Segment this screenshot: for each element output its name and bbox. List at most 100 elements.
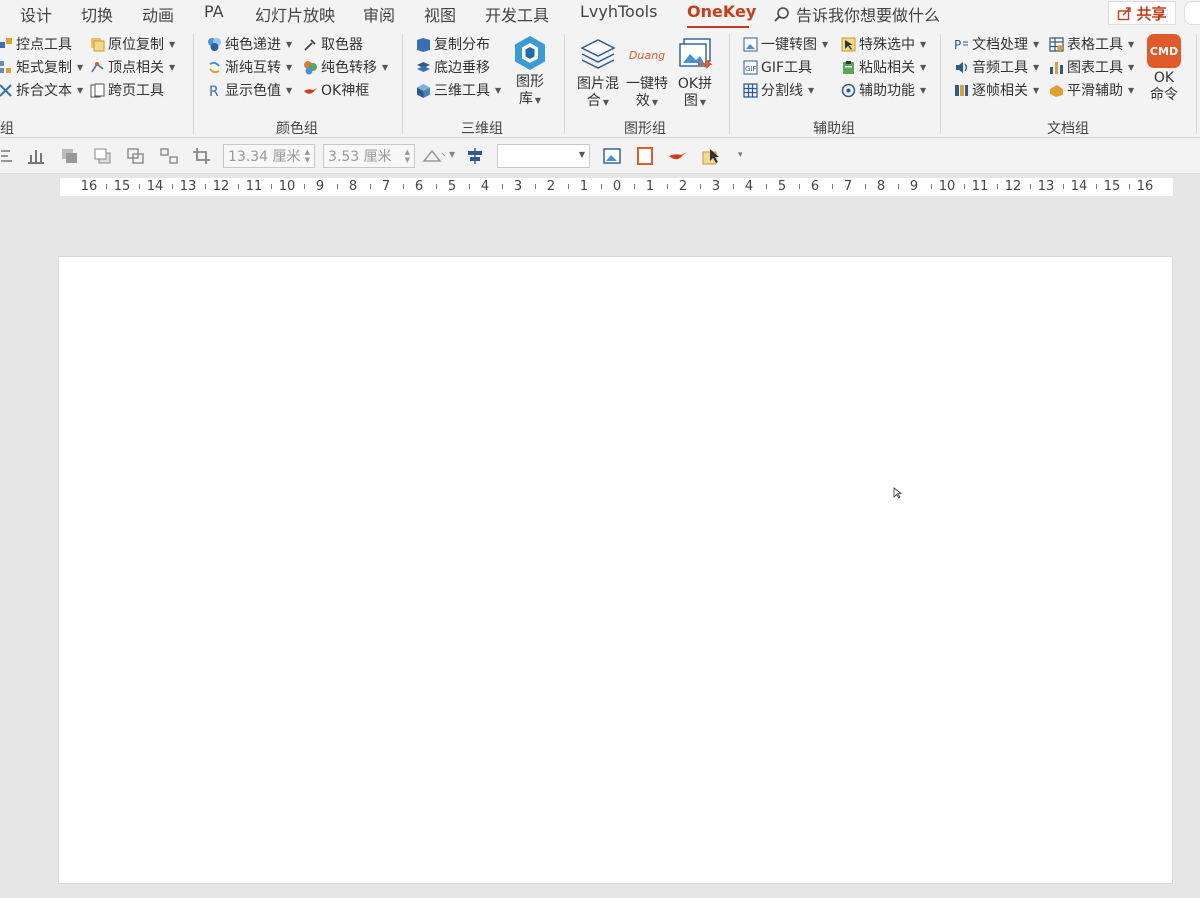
ruler-tick (963, 184, 965, 189)
ribbon-item-frame-by-frame[interactable]: 逐帧相关 ▼ (954, 80, 1039, 100)
ungroup-icon[interactable] (159, 147, 179, 165)
ribbon-item-cross-page[interactable]: 跨页工具 (90, 80, 164, 100)
ruler-tick (1062, 184, 1064, 189)
bring-forward-icon[interactable] (60, 147, 80, 165)
handle-tools-icon (0, 37, 12, 48)
ruler-tick (567, 184, 569, 189)
share-button[interactable]: 共享 (1108, 1, 1176, 25)
copy-distribute-icon (417, 37, 430, 52)
slide-canvas[interactable] (58, 256, 1173, 884)
tab-onekey[interactable]: OneKey (687, 2, 756, 21)
split-text-icon (0, 83, 12, 97)
rotate-icon[interactable] (422, 147, 446, 165)
ribbon-item-table-tools[interactable]: 表格工具 ▼ (1049, 34, 1134, 54)
ruler-tick (138, 184, 140, 189)
tab-view[interactable]: 视图 (424, 2, 456, 26)
ribbon-item-solid-gradient[interactable]: 纯色递进 ▼ (207, 34, 292, 54)
duang-icon: Duang (628, 48, 666, 62)
special-select-icon[interactable] (701, 147, 721, 165)
ruler-label: 2 (678, 179, 688, 194)
tab-design[interactable]: 设计 (20, 2, 52, 26)
ruler-label: 8 (876, 179, 886, 194)
tab-animations[interactable]: 动画 (142, 2, 174, 26)
align-icon[interactable] (0, 147, 16, 165)
ribbon-item-assist[interactable]: 辅助功能 ▼ (841, 80, 926, 100)
tab-review[interactable]: 审阅 (363, 2, 395, 26)
ribbon-item-matrix-copy[interactable]: 矩式复制 ▼ (0, 57, 83, 77)
ribbon-item-audio-tools[interactable]: 音频工具 ▼ (954, 57, 1039, 77)
ruler-label: 7 (381, 179, 391, 194)
crop-icon[interactable] (192, 147, 212, 165)
shape-library-button[interactable]: 图形 库 ▼ (510, 34, 550, 109)
tab-developer[interactable]: 开发工具 (485, 2, 549, 26)
ribbon-item-gif-tools[interactable]: GIF GIF工具 (743, 57, 812, 77)
group-label-3d: 三维组 (461, 121, 503, 137)
tab-pa[interactable]: PA (204, 2, 224, 21)
grid-icon (743, 82, 758, 98)
ribbon-item-color-transfer[interactable]: 纯色转移 ▼ (303, 57, 388, 77)
ruler-tick (831, 184, 833, 189)
tab-slideshow[interactable]: 幻灯片放映 (255, 2, 335, 26)
send-backward-icon[interactable] (93, 147, 113, 165)
ruler-tick (633, 184, 635, 189)
font-combo[interactable]: ▼ (497, 144, 590, 168)
ribbon-item-special-select[interactable]: 特殊选中 ▼ (841, 34, 926, 54)
ribbon-item-doc-process[interactable]: P 文档处理 ▼ (954, 34, 1039, 54)
height-input[interactable]: 13.34 厘米 ▲ ▼ (223, 144, 315, 168)
rotate-dropdown-icon[interactable]: ▼ (449, 150, 455, 159)
ribbon-item-show-color-value[interactable]: R 显示色值 ▼ (207, 80, 292, 100)
ribbon-item-divider[interactable]: 分割线 ▼ (743, 80, 814, 100)
ruler-tick (468, 184, 470, 189)
ribbon-item-bottom-shift[interactable]: 底边垂移 (416, 57, 490, 77)
tab-lvyhtools[interactable]: LvyhTools (580, 2, 657, 21)
ribbon-item-split-text[interactable]: 拆合文本 ▼ (0, 80, 83, 100)
comments-button[interactable] (1184, 1, 1200, 25)
ribbon-item-paste[interactable]: 粘贴相关 ▼ (841, 57, 926, 77)
search-icon (774, 6, 789, 22)
ribbon-item-handle-tools[interactable]: 控点工具 (0, 34, 72, 54)
ruler-tick (930, 184, 932, 189)
image-blend-button[interactable]: 图片混 合 ▼ (574, 36, 622, 111)
align-center-icon[interactable] (465, 147, 485, 165)
frame-icon[interactable] (635, 147, 655, 165)
ruler-label: 5 (447, 179, 457, 194)
customize-toolbar-icon[interactable]: ▾ (738, 150, 743, 160)
ruler-label: 15 (1103, 179, 1121, 194)
distribute-icon[interactable] (26, 147, 46, 165)
color-transfer-icon (304, 60, 317, 74)
group-icon[interactable] (126, 147, 146, 165)
ribbon-item-copy-distribute[interactable]: 复制分布 (416, 34, 490, 54)
ok-collage-button[interactable]: OK拼 图 ▼ (673, 36, 717, 111)
ribbon-item-in-place-copy[interactable]: 原位复制 ▼ (90, 34, 175, 54)
ribbon-item-color-picker[interactable]: 取色器 (303, 34, 363, 54)
smooth-icon (1050, 84, 1063, 97)
group-separator (1196, 34, 1197, 134)
group-separator (940, 34, 941, 134)
ruler-label: 15 (113, 179, 131, 194)
ribbon-item-3d-tools[interactable]: 三维工具 ▼ (416, 80, 501, 100)
ribbon-item-vertex[interactable]: 顶点相关 ▼ (90, 57, 175, 77)
gradient-swap-icon (209, 61, 220, 73)
magic-lamp-icon[interactable] (668, 147, 688, 165)
picture-icon[interactable] (602, 147, 622, 165)
mouse-cursor-icon (893, 487, 903, 499)
tab-transitions[interactable]: 切换 (81, 2, 113, 26)
one-click-effect-button[interactable]: Duang 一键特 效 ▼ (623, 36, 671, 111)
ruler-tick (798, 184, 800, 189)
ruler-label: 1 (645, 179, 655, 194)
ribbon-item-ok-frame[interactable]: OK神框 (303, 80, 369, 100)
ok-command-button[interactable]: CMD OK 命令 (1144, 34, 1184, 104)
ribbon-item-smooth-assist[interactable]: 平滑辅助 ▼ (1049, 80, 1134, 100)
tell-me-search[interactable]: 告诉我你想要做什么 (773, 2, 940, 26)
ribbon-item-gradient-swap[interactable]: 渐纯互转 ▼ (207, 57, 292, 77)
chevron-down-icon: ▼ (578, 150, 585, 159)
solid-gradient-icon (208, 37, 221, 51)
ribbon-item-to-image[interactable]: 一键转图 ▼ (743, 34, 828, 54)
ruler-label: 14 (146, 179, 164, 194)
ruler-label: 11 (971, 179, 989, 194)
ruler-label: 4 (480, 179, 490, 194)
ribbon-item-chart-tools[interactable]: 图表工具 ▼ (1049, 57, 1134, 77)
ruler-label: 13 (179, 179, 197, 194)
layers-icon (417, 61, 430, 72)
width-input[interactable]: 3.53 厘米 ▲ ▼ (323, 144, 415, 168)
